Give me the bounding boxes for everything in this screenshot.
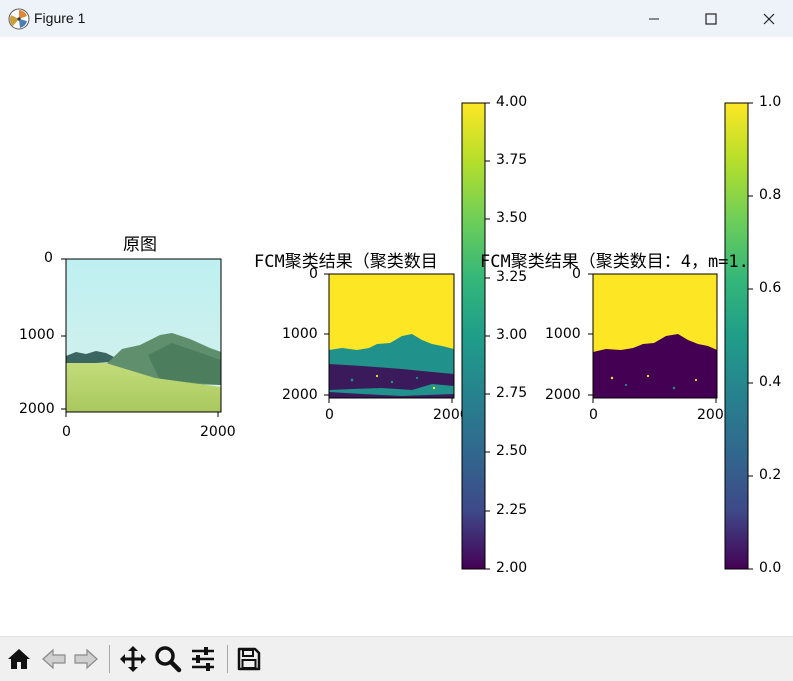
save-button[interactable] <box>233 642 265 676</box>
panel1-title: 原图 <box>123 235 157 255</box>
colorbar2-tick: 0.0 <box>759 560 782 576</box>
panel2-title: FCM聚类结果（聚类数目 <box>254 252 438 272</box>
zoom-icon <box>155 646 182 673</box>
configure-subplots-icon <box>192 647 214 671</box>
colorbar2-tick: 1.0 <box>759 94 782 110</box>
panel3-axes <box>588 273 718 403</box>
figure-canvas[interactable]: 原图 0 1000 2000 0 2000 0 1000 2000 0 2000… <box>0 37 793 636</box>
panel1-xtick: 0 <box>62 424 71 440</box>
colorbar2-tick: 0.2 <box>759 467 782 483</box>
colorbar1-tick: 3.00 <box>496 327 528 343</box>
navigation-toolbar <box>0 636 793 681</box>
colorbar2-tick: 0.8 <box>759 187 782 203</box>
cluster-image-2 <box>329 274 454 398</box>
panel3-ytick: 1000 <box>545 326 581 342</box>
close-icon <box>763 13 775 24</box>
colorbar-2 <box>724 102 753 570</box>
panel3-ytick: 2000 <box>545 387 581 403</box>
panel2-axes <box>324 273 455 403</box>
minimize-button[interactable] <box>625 0 683 37</box>
toolbar-separator <box>227 645 228 673</box>
minimize-icon <box>649 18 659 19</box>
pan-icon <box>120 646 146 672</box>
panel2-ytick: 2000 <box>282 387 318 403</box>
colorbar1-tick: 2.00 <box>496 560 528 576</box>
colorbar1-tick: 3.75 <box>496 152 528 168</box>
panel1-xtick: 2000 <box>200 424 236 440</box>
back-button[interactable] <box>38 642 70 676</box>
home-icon <box>8 649 30 669</box>
configure-subplots-button[interactable] <box>187 642 219 676</box>
panel3-xtick: 0 <box>589 407 598 423</box>
back-arrow-icon <box>42 648 66 670</box>
title-bar: Figure 1 <box>0 0 793 37</box>
colorbar1-tick: 3.50 <box>496 210 528 226</box>
save-icon <box>237 647 261 671</box>
colorbar1-tick: 2.50 <box>496 443 528 459</box>
pan-button[interactable] <box>117 642 149 676</box>
zoom-button[interactable] <box>152 642 184 676</box>
colorbar2-tick: 0.4 <box>759 374 782 390</box>
panel1-ytick: 2000 <box>19 401 55 417</box>
forward-button[interactable] <box>70 642 102 676</box>
colorbar1-tick: 2.25 <box>496 502 528 518</box>
colorbar2-tick: 0.6 <box>759 280 782 296</box>
cluster-image-3 <box>593 274 717 398</box>
original-image <box>66 259 221 412</box>
panel2-ytick: 1000 <box>282 326 318 342</box>
colorbar1-tick: 2.75 <box>496 385 528 401</box>
close-button[interactable] <box>740 0 793 37</box>
window-title: Figure 1 <box>34 10 86 26</box>
panel3-title: FCM聚类结果（聚类数目：4，m=1. <box>480 252 749 272</box>
panel2-xtick: 0 <box>325 407 334 423</box>
panel1-axes <box>61 258 222 417</box>
forward-arrow-icon <box>74 648 98 670</box>
colorbar1-tick: 4.00 <box>496 94 528 110</box>
home-button[interactable] <box>3 642 35 676</box>
panel1-ytick: 0 <box>44 250 53 266</box>
toolbar-separator <box>109 645 110 673</box>
panel1-ytick: 1000 <box>19 327 55 343</box>
maximize-icon <box>705 12 717 25</box>
matplotlib-app-icon <box>8 8 30 30</box>
maximize-button[interactable] <box>682 0 740 37</box>
